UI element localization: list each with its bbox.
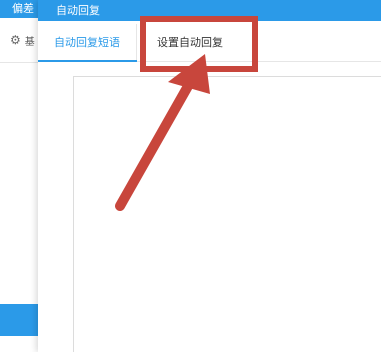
background-settings-row[interactable]: ⚙ 基 [0,28,40,52]
background-settings-label: 基 [24,36,35,48]
annotation-highlight-box [140,16,258,72]
background-bottom-bar[interactable] [0,304,40,336]
reply-content-area[interactable] [73,76,381,352]
tab-divider [136,24,137,62]
active-tab-indicator [38,60,137,62]
background-divider [0,62,40,63]
screenshot-stage: 偏差 ⚙ 基 自动回复 自动回复短语 设置自动回复 [0,0,381,352]
background-window-title: 偏差 [0,0,40,18]
tab-auto-reply-phrases[interactable]: 自动回复短语 [54,21,120,61]
dialog-title: 自动回复 [56,4,100,17]
background-window: 偏差 ⚙ 基 [0,0,40,352]
gear-icon: ⚙ [10,33,21,47]
